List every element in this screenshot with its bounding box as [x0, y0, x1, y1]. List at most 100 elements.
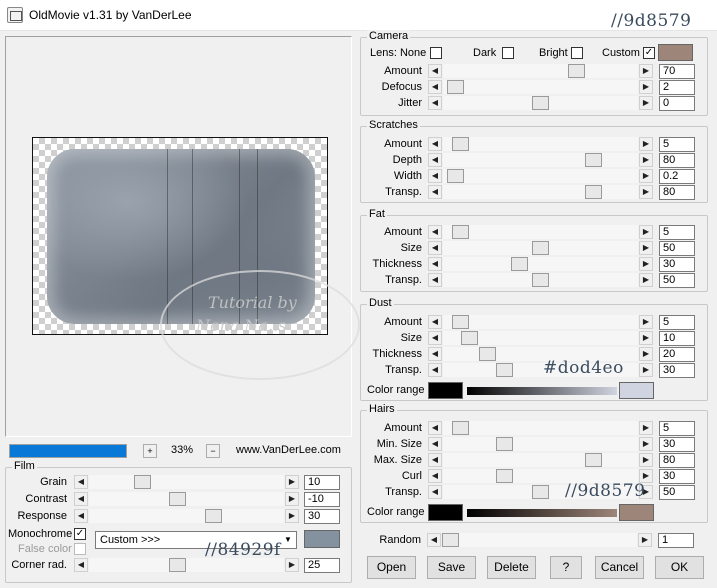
scratches-width-slider[interactable]: ◀ ▶: [428, 169, 653, 183]
lens-none-checkbox[interactable]: [430, 47, 442, 59]
camera-jitter-arrow-right-icon[interactable]: ▶: [639, 96, 653, 110]
dust-transp-value-field[interactable]: 30: [659, 363, 695, 378]
camera-amount-value-field[interactable]: 70: [659, 64, 695, 79]
camera-amount-arrow-right-icon[interactable]: ▶: [639, 64, 653, 78]
fat-transp-value-field[interactable]: 50: [659, 273, 695, 288]
false-color-checkbox[interactable]: [74, 543, 86, 555]
hairs-min-size-arrow-left-icon[interactable]: ◀: [428, 437, 442, 451]
scratches-transp-slider-thumb[interactable]: [585, 185, 602, 199]
scratches-width-arrow-right-icon[interactable]: ▶: [639, 169, 653, 183]
film-grain-slider[interactable]: ◀ ▶: [74, 475, 299, 489]
camera-amount-arrow-left-icon[interactable]: ◀: [428, 64, 442, 78]
delete-button[interactable]: Delete: [487, 556, 536, 579]
fat-amount-slider-thumb[interactable]: [452, 225, 469, 239]
film-corner-radius-arrow-left-icon[interactable]: ◀: [74, 558, 88, 572]
hairs-max-size-slider[interactable]: ◀ ▶: [428, 453, 653, 467]
dust-color-from-swatch[interactable]: [428, 382, 463, 399]
camera-defocus-arrow-right-icon[interactable]: ▶: [639, 80, 653, 94]
fat-size-arrow-right-icon[interactable]: ▶: [639, 241, 653, 255]
dust-amount-slider[interactable]: ◀ ▶: [428, 315, 653, 329]
dust-thickness-value-field[interactable]: 20: [659, 347, 695, 362]
scratches-depth-slider[interactable]: ◀ ▶: [428, 153, 653, 167]
film-contrast-slider-thumb[interactable]: [169, 492, 186, 506]
dust-transp-slider-thumb[interactable]: [496, 363, 513, 377]
hairs-min-size-slider-thumb[interactable]: [496, 437, 513, 451]
film-response-arrow-left-icon[interactable]: ◀: [74, 509, 88, 523]
hairs-transp-slider-thumb[interactable]: [532, 485, 549, 499]
fat-thickness-arrow-right-icon[interactable]: ▶: [639, 257, 653, 271]
scratches-depth-arrow-left-icon[interactable]: ◀: [428, 153, 442, 167]
film-corner-radius-slider[interactable]: ◀ ▶: [74, 558, 299, 572]
dust-size-slider[interactable]: ◀ ▶: [428, 331, 653, 345]
film-grain-arrow-right-icon[interactable]: ▶: [285, 475, 299, 489]
scratches-transp-slider-rail[interactable]: [443, 185, 638, 199]
save-button[interactable]: Save: [427, 556, 476, 579]
fat-thickness-value-field[interactable]: 30: [659, 257, 695, 272]
film-corner-radius-slider-thumb[interactable]: [169, 558, 186, 572]
scratches-transp-arrow-right-icon[interactable]: ▶: [639, 185, 653, 199]
film-grain-slider-thumb[interactable]: [134, 475, 151, 489]
scratches-transp-slider[interactable]: ◀ ▶: [428, 185, 653, 199]
fat-transp-slider-thumb[interactable]: [532, 273, 549, 287]
dust-amount-arrow-left-icon[interactable]: ◀: [428, 315, 442, 329]
hairs-amount-value-field[interactable]: 5: [659, 421, 695, 436]
fat-thickness-slider[interactable]: ◀ ▶: [428, 257, 653, 271]
camera-amount-slider[interactable]: ◀ ▶: [428, 64, 653, 78]
scratches-transp-value-field[interactable]: 80: [659, 185, 695, 200]
hairs-max-size-arrow-right-icon[interactable]: ▶: [639, 453, 653, 467]
fat-amount-slider-rail[interactable]: [443, 225, 638, 239]
camera-defocus-slider-thumb[interactable]: [447, 80, 464, 94]
scratches-transp-arrow-left-icon[interactable]: ◀: [428, 185, 442, 199]
random-slider-thumb[interactable]: [442, 533, 459, 547]
hairs-min-size-slider-rail[interactable]: [443, 437, 638, 451]
dust-size-value-field[interactable]: 10: [659, 331, 695, 346]
random-arrow-right-icon[interactable]: ▶: [638, 533, 652, 547]
fat-amount-arrow-left-icon[interactable]: ◀: [428, 225, 442, 239]
hairs-min-size-slider[interactable]: ◀ ▶: [428, 437, 653, 451]
film-contrast-slider[interactable]: ◀ ▶: [74, 492, 299, 506]
dust-thickness-slider-thumb[interactable]: [479, 347, 496, 361]
random-arrow-left-icon[interactable]: ◀: [427, 533, 441, 547]
hairs-amount-slider-rail[interactable]: [443, 421, 638, 435]
scratches-depth-arrow-right-icon[interactable]: ▶: [639, 153, 653, 167]
dust-amount-slider-thumb[interactable]: [452, 315, 469, 329]
camera-defocus-slider[interactable]: ◀ ▶: [428, 80, 653, 94]
dust-transp-arrow-left-icon[interactable]: ◀: [428, 363, 442, 377]
hairs-min-size-arrow-right-icon[interactable]: ▶: [639, 437, 653, 451]
film-contrast-arrow-right-icon[interactable]: ▶: [285, 492, 299, 506]
dust-color-to-swatch[interactable]: [619, 382, 654, 399]
random-slider[interactable]: ◀ ▶: [427, 533, 652, 547]
dust-size-arrow-left-icon[interactable]: ◀: [428, 331, 442, 345]
film-response-slider-thumb[interactable]: [205, 509, 222, 523]
fat-amount-value-field[interactable]: 5: [659, 225, 695, 240]
dust-size-slider-thumb[interactable]: [461, 331, 478, 345]
hairs-color-from-swatch[interactable]: [428, 504, 463, 521]
scratches-width-slider-thumb[interactable]: [447, 169, 464, 183]
fat-thickness-slider-thumb[interactable]: [511, 257, 528, 271]
fat-transp-arrow-right-icon[interactable]: ▶: [639, 273, 653, 287]
hairs-min-size-value-field[interactable]: 30: [659, 437, 695, 452]
camera-amount-slider-rail[interactable]: [443, 64, 638, 78]
fat-size-slider-thumb[interactable]: [532, 241, 549, 255]
scratches-amount-value-field[interactable]: 5: [659, 137, 695, 152]
help-button[interactable]: ?: [550, 556, 582, 579]
hairs-amount-arrow-left-icon[interactable]: ◀: [428, 421, 442, 435]
scratches-amount-slider-rail[interactable]: [443, 137, 638, 151]
ok-button[interactable]: OK: [655, 556, 704, 579]
hairs-amount-slider-thumb[interactable]: [452, 421, 469, 435]
scratches-depth-value-field[interactable]: 80: [659, 153, 695, 168]
website-link[interactable]: www.VanDerLee.com: [236, 444, 341, 456]
hairs-max-size-arrow-left-icon[interactable]: ◀: [428, 453, 442, 467]
scratches-width-slider-rail[interactable]: [443, 169, 638, 183]
camera-defocus-value-field[interactable]: 2: [659, 80, 695, 95]
hairs-curl-arrow-left-icon[interactable]: ◀: [428, 469, 442, 483]
camera-jitter-slider-thumb[interactable]: [532, 96, 549, 110]
film-corner-radius-arrow-right-icon[interactable]: ▶: [285, 558, 299, 572]
zoom-out-button[interactable]: −: [206, 444, 220, 458]
hairs-curl-value-field[interactable]: 30: [659, 469, 695, 484]
film-grain-arrow-left-icon[interactable]: ◀: [74, 475, 88, 489]
scratches-amount-slider-thumb[interactable]: [452, 137, 469, 151]
fat-amount-arrow-right-icon[interactable]: ▶: [639, 225, 653, 239]
film-contrast-value-field[interactable]: -10: [304, 492, 340, 507]
film-contrast-arrow-left-icon[interactable]: ◀: [74, 492, 88, 506]
